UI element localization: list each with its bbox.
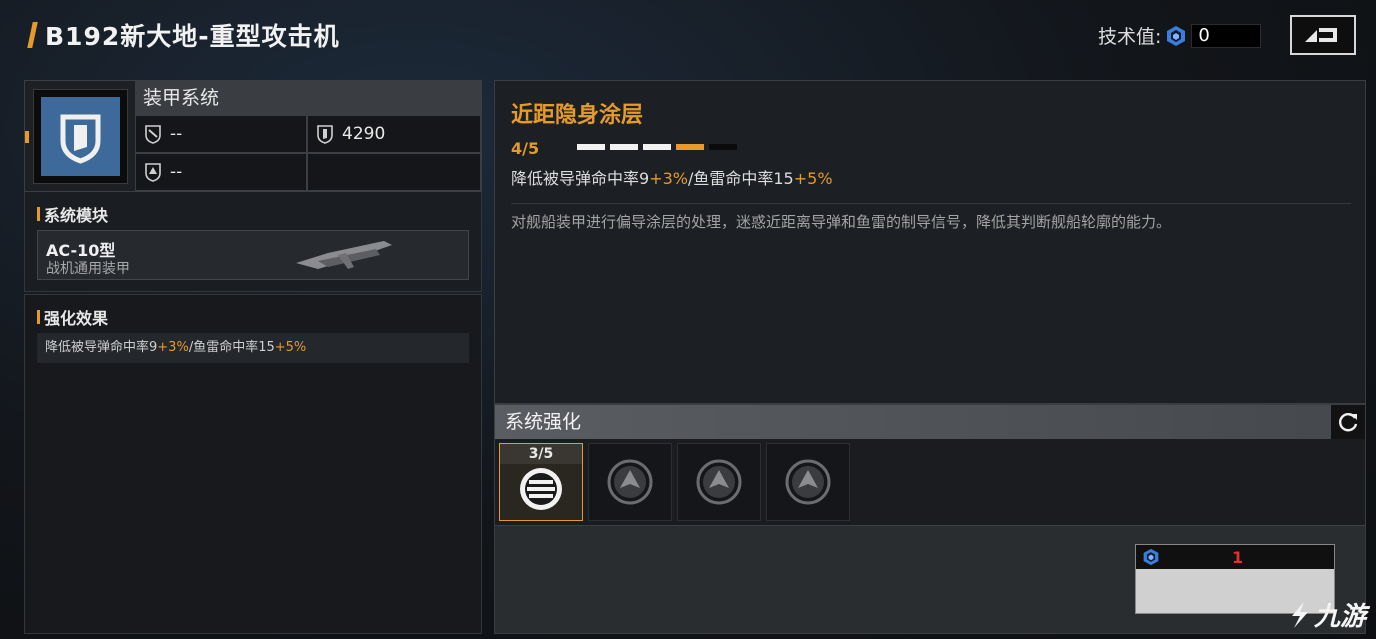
refresh-button[interactable]: [1331, 405, 1365, 439]
armor-system-title: 装甲系统: [135, 81, 481, 115]
stat-armor-value: 4290: [342, 124, 386, 144]
upgrade-slot-3[interactable]: [677, 443, 761, 521]
module-card[interactable]: AC-10型 战机通用装甲: [37, 230, 469, 280]
armor-accent-mark: [25, 131, 29, 143]
stat-evasion-value: --: [170, 124, 183, 144]
upgrade-slot-4[interactable]: [766, 443, 850, 521]
locked-ship-icon: [607, 459, 653, 505]
upgrade-slot-1[interactable]: 3/5: [499, 443, 583, 521]
slot-count: 3/5: [500, 444, 582, 464]
level-pip: [610, 144, 638, 150]
level-pip: [676, 144, 704, 150]
skill-description: 对舰船装甲进行偏导涂层的处理，迷惑近距离导弹和鱼雷的制导信号，降低其判断舰船轮廓…: [511, 213, 1172, 231]
system-upgrade-title: 系统强化: [495, 405, 1365, 439]
upgrade-cost-area: 1: [495, 525, 1365, 633]
stat-resist: --: [135, 153, 307, 191]
skill-level-pips: [577, 144, 737, 150]
cost-value: 1: [1232, 547, 1244, 567]
locked-ship-icon: [785, 459, 831, 505]
armor-icon-frame[interactable]: [33, 89, 128, 184]
tech-value-display: 技术值: 0: [1098, 22, 1262, 49]
watermark: 九游: [1286, 596, 1366, 633]
tech-point-icon: [1143, 548, 1159, 566]
tech-label: 技术值:: [1098, 26, 1162, 48]
upgrade-effect-row: 降低被导弹命中率9+3%/鱼雷命中率15+5%: [37, 333, 469, 363]
stat-resist-value: --: [170, 162, 183, 182]
level-pip: [709, 144, 737, 150]
upgrade-slots: 3/5: [499, 443, 850, 521]
module-subtitle: 战机通用装甲: [46, 261, 130, 277]
upgrade-slot-2[interactable]: [588, 443, 672, 521]
cost-display: 1: [1136, 545, 1334, 569]
evasion-icon: [145, 125, 161, 144]
system-module-panel: 系统模块 AC-10型 战机通用装甲: [24, 192, 482, 292]
armor-system-panel: 装甲系统 -- 4290 --: [24, 80, 482, 192]
armor-shield-icon: [317, 125, 333, 144]
divider: [511, 203, 1351, 204]
skill-stat: 降低被导弹命中率9+3%/鱼雷命中率15+5%: [511, 169, 833, 188]
system-module-heading: 系统模块: [37, 202, 108, 226]
upgrade-effect-heading: 强化效果: [37, 305, 108, 329]
page-title: B192新大地-重型攻击机: [45, 22, 340, 51]
locked-ship-icon: [696, 459, 742, 505]
shield-icon: [60, 114, 101, 164]
stripes-icon: [520, 468, 562, 510]
refresh-icon: [1339, 413, 1358, 432]
back-arrow-icon: [1305, 28, 1337, 42]
armor-stat-grid: -- 4290 --: [135, 115, 481, 191]
stat-empty: [307, 153, 481, 191]
skill-title: 近距隐身涂层: [511, 103, 644, 128]
system-upgrade-panel: 系统强化 3/5 1: [494, 404, 1366, 634]
tech-point-icon: [1167, 25, 1186, 46]
watermark-text: 九游: [1314, 602, 1367, 632]
skill-level: 4/5: [511, 139, 540, 158]
stat-evasion: --: [135, 115, 307, 153]
skill-detail-panel: 近距隐身涂层 4/5 降低被导弹命中率9+3%/鱼雷命中率15+5% 对舰船装甲…: [494, 80, 1366, 404]
resist-icon: [145, 163, 161, 182]
level-pip: [643, 144, 671, 150]
stat-armor: 4290: [307, 115, 481, 153]
upgrade-effect-panel: 强化效果 降低被导弹命中率9+3%/鱼雷命中率15+5%: [24, 294, 482, 634]
tech-value: 0: [1191, 23, 1262, 48]
level-pip: [577, 144, 605, 150]
aircraft-icon: [296, 241, 392, 269]
title-bar: B192新大地-重型攻击机: [27, 18, 340, 52]
title-accent: [27, 22, 38, 48]
back-button[interactable]: [1290, 15, 1356, 55]
watermark-logo-icon: [1292, 601, 1308, 628]
